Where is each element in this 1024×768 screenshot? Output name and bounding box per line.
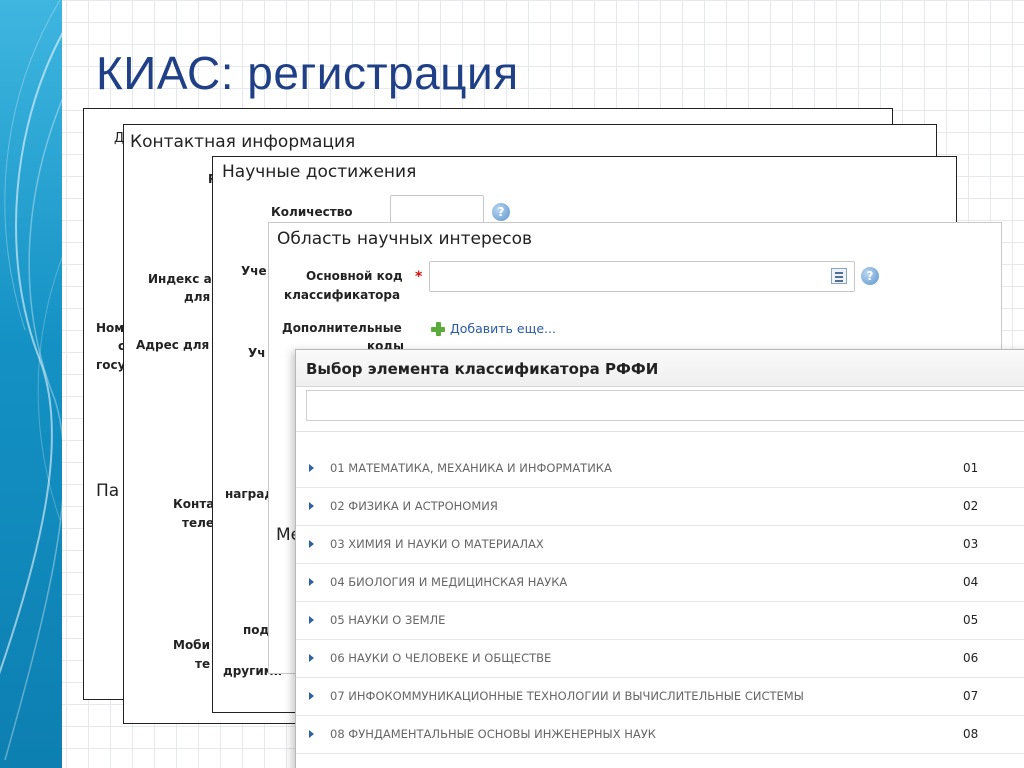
decorative-side-strip <box>0 0 62 768</box>
decorative-swirl <box>0 0 62 761</box>
expand-arrow-icon[interactable] <box>309 616 314 624</box>
dialog-header: Выбор элемента классификатора РФФИ <box>296 350 1024 387</box>
section-fragment: Па <box>96 481 120 501</box>
additional-codes-label: Дополнительные <box>282 321 402 335</box>
expand-arrow-icon[interactable] <box>309 654 314 662</box>
classifier-row[interactable]: 04 БИОЛОГИЯ И МЕДИЦИНСКАЯ НАУКА 04 <box>296 564 1024 602</box>
classifier-name: 04 БИОЛОГИЯ И МЕДИЦИНСКАЯ НАУКА <box>330 575 568 589</box>
classifier-dialog: Выбор элемента классификатора РФФИ 01 МА… <box>295 349 1024 768</box>
classifier-code: 03 <box>963 537 979 551</box>
expand-arrow-icon[interactable] <box>309 540 314 548</box>
count-input[interactable] <box>390 195 484 225</box>
expand-arrow-icon[interactable] <box>309 730 314 738</box>
help-icon[interactable]: ? <box>861 267 879 285</box>
divider <box>296 431 1024 432</box>
field-label: те <box>195 657 211 671</box>
classifier-list-icon[interactable] <box>831 268 847 284</box>
field-label: Адрес для <box>136 338 210 352</box>
expand-arrow-icon[interactable] <box>309 502 314 510</box>
classifier-row[interactable]: 06 НАУКИ О ЧЕЛОВЕКЕ И ОБЩЕСТВЕ 06 <box>296 640 1024 678</box>
classifier-name: 02 ФИЗИКА И АСТРОНОМИЯ <box>330 499 498 513</box>
expand-arrow-icon[interactable] <box>309 578 314 586</box>
add-more-link[interactable]: Добавить еще... <box>450 321 556 336</box>
classifier-row[interactable]: 02 ФИЗИКА И АСТРОНОМИЯ 02 <box>296 488 1024 526</box>
classifier-search-input[interactable] <box>306 390 1024 421</box>
field-label: Количество <box>271 205 353 219</box>
main-code-label: Основной код <box>306 269 403 283</box>
classifier-code: 07 <box>963 689 979 703</box>
plus-icon[interactable] <box>430 321 446 337</box>
field-label: под <box>243 623 270 637</box>
panel-title: Научные достижения <box>222 162 417 182</box>
classifier-code: 08 <box>963 727 979 741</box>
classifier-row[interactable]: 01 МАТЕМАТИКА, МЕХАНИКА И ИНФОРМАТИКА 01 <box>296 450 1024 488</box>
main-code-label: классификатора <box>284 288 401 302</box>
classifier-name: 06 НАУКИ О ЧЕЛОВЕКЕ И ОБЩЕСТВЕ <box>330 651 552 665</box>
field-label: Моби <box>173 638 210 652</box>
panel-title: Контактная информация <box>130 132 356 152</box>
slide-title: КИАС: регистрация <box>96 47 519 99</box>
required-marker: * <box>415 269 423 285</box>
classifier-name: 05 НАУКИ О ЗЕМЛЕ <box>330 613 446 627</box>
field-label: Индекс а <box>148 272 212 286</box>
field-label: Ном <box>96 321 125 335</box>
field-label: для <box>184 290 211 304</box>
field-label: Уче <box>241 264 267 278</box>
dialog-title: Выбор элемента классификатора РФФИ <box>306 360 659 378</box>
classifier-code: 06 <box>963 651 979 665</box>
classifier-name: 03 ХИМИЯ И НАУКИ О МАТЕРИАЛАХ <box>330 537 544 551</box>
main-code-input[interactable] <box>429 261 855 292</box>
field-label: госу <box>96 358 126 372</box>
classifier-name: 08 ФУНДАМЕНТАЛЬНЫЕ ОСНОВЫ ИНЖЕНЕРНЫХ НАУ… <box>330 727 656 741</box>
classifier-code: 02 <box>963 499 979 513</box>
field-label: наград <box>225 487 275 501</box>
field-label: Уч <box>248 346 266 360</box>
classifier-name: 01 МАТЕМАТИКА, МЕХАНИКА И ИНФОРМАТИКА <box>330 461 612 475</box>
classifier-row[interactable]: 05 НАУКИ О ЗЕМЛЕ 05 <box>296 602 1024 640</box>
help-icon[interactable]: ? <box>492 203 510 221</box>
classifier-code: 04 <box>963 575 979 589</box>
classifier-code: 01 <box>963 461 979 475</box>
expand-arrow-icon[interactable] <box>309 692 314 700</box>
classifier-row[interactable]: 03 ХИМИЯ И НАУКИ О МАТЕРИАЛАХ 03 <box>296 526 1024 564</box>
classifier-row[interactable]: 08 ФУНДАМЕНТАЛЬНЫЕ ОСНОВЫ ИНЖЕНЕРНЫХ НАУ… <box>296 716 1024 754</box>
classifier-row[interactable]: 07 ИНФОКОММУНИКАЦИОННЫЕ ТЕХНОЛОГИИ И ВЫЧ… <box>296 678 1024 716</box>
field-label: Конта <box>173 497 215 511</box>
panel-title: Область научных интересов <box>277 229 532 249</box>
classifier-name: 07 ИНФОКОММУНИКАЦИОННЫЕ ТЕХНОЛОГИИ И ВЫЧ… <box>330 689 804 703</box>
field-label: теле <box>182 516 215 530</box>
expand-arrow-icon[interactable] <box>309 464 314 472</box>
classifier-code: 05 <box>963 613 979 627</box>
